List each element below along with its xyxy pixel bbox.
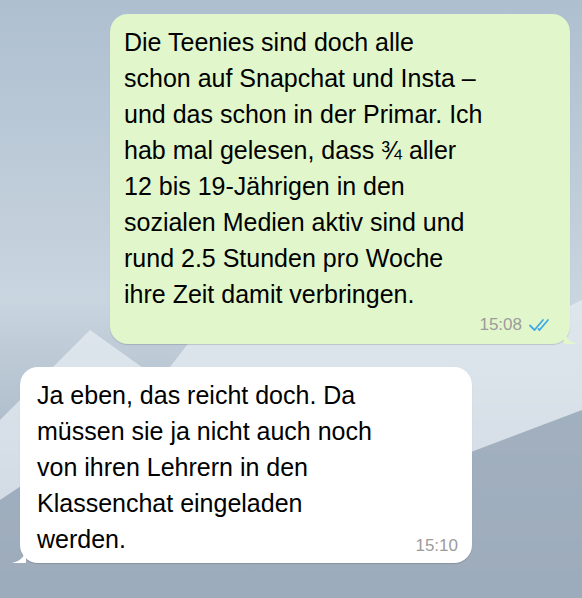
bubble-tail-icon: [564, 326, 578, 344]
message-line: Klassenchat eingeladen: [37, 485, 458, 521]
received-message-row: Ja eben, das reicht doch. Damüssen sie j…: [0, 367, 582, 563]
message-line: schon auf Snapchat und Insta –: [124, 60, 556, 96]
message-time: 15:10: [415, 535, 458, 557]
sent-message-row: Die Teenies sind doch alleschon auf Snap…: [0, 14, 582, 344]
read-receipt-icon: [528, 317, 556, 333]
message-line: hab mal gelesen, dass ¾ aller: [124, 132, 556, 168]
message-line: sozialen Medien aktiv sind und: [124, 204, 556, 240]
message-line: und das schon in der Primar. Ich: [124, 96, 556, 132]
message-line: müssen sie ja nicht auch noch: [37, 413, 458, 449]
message-line: werden.: [37, 521, 126, 557]
message-line: Ja eben, das reicht doch. Da: [37, 377, 458, 413]
message-time: 15:08: [479, 314, 522, 336]
bubble-tail-icon: [12, 545, 26, 563]
message-line: rund 2.5 Stunden pro Woche: [124, 240, 556, 276]
message-line: ihre Zeit damit verbringen.: [124, 276, 556, 312]
message-line: 12 bis 19-Jährigen in den: [124, 168, 556, 204]
received-bubble[interactable]: Ja eben, das reicht doch. Damüssen sie j…: [20, 367, 472, 563]
message-list: Die Teenies sind doch alleschon auf Snap…: [0, 0, 582, 563]
message-line: von ihren Lehrern in den: [37, 449, 458, 485]
chat-screen: Die Teenies sind doch alleschon auf Snap…: [0, 0, 582, 598]
message-meta: 15:10: [415, 535, 458, 557]
message-line: Die Teenies sind doch alle: [124, 24, 556, 60]
message-meta: 15:08: [479, 314, 556, 336]
sent-bubble[interactable]: Die Teenies sind doch alleschon auf Snap…: [110, 14, 570, 344]
